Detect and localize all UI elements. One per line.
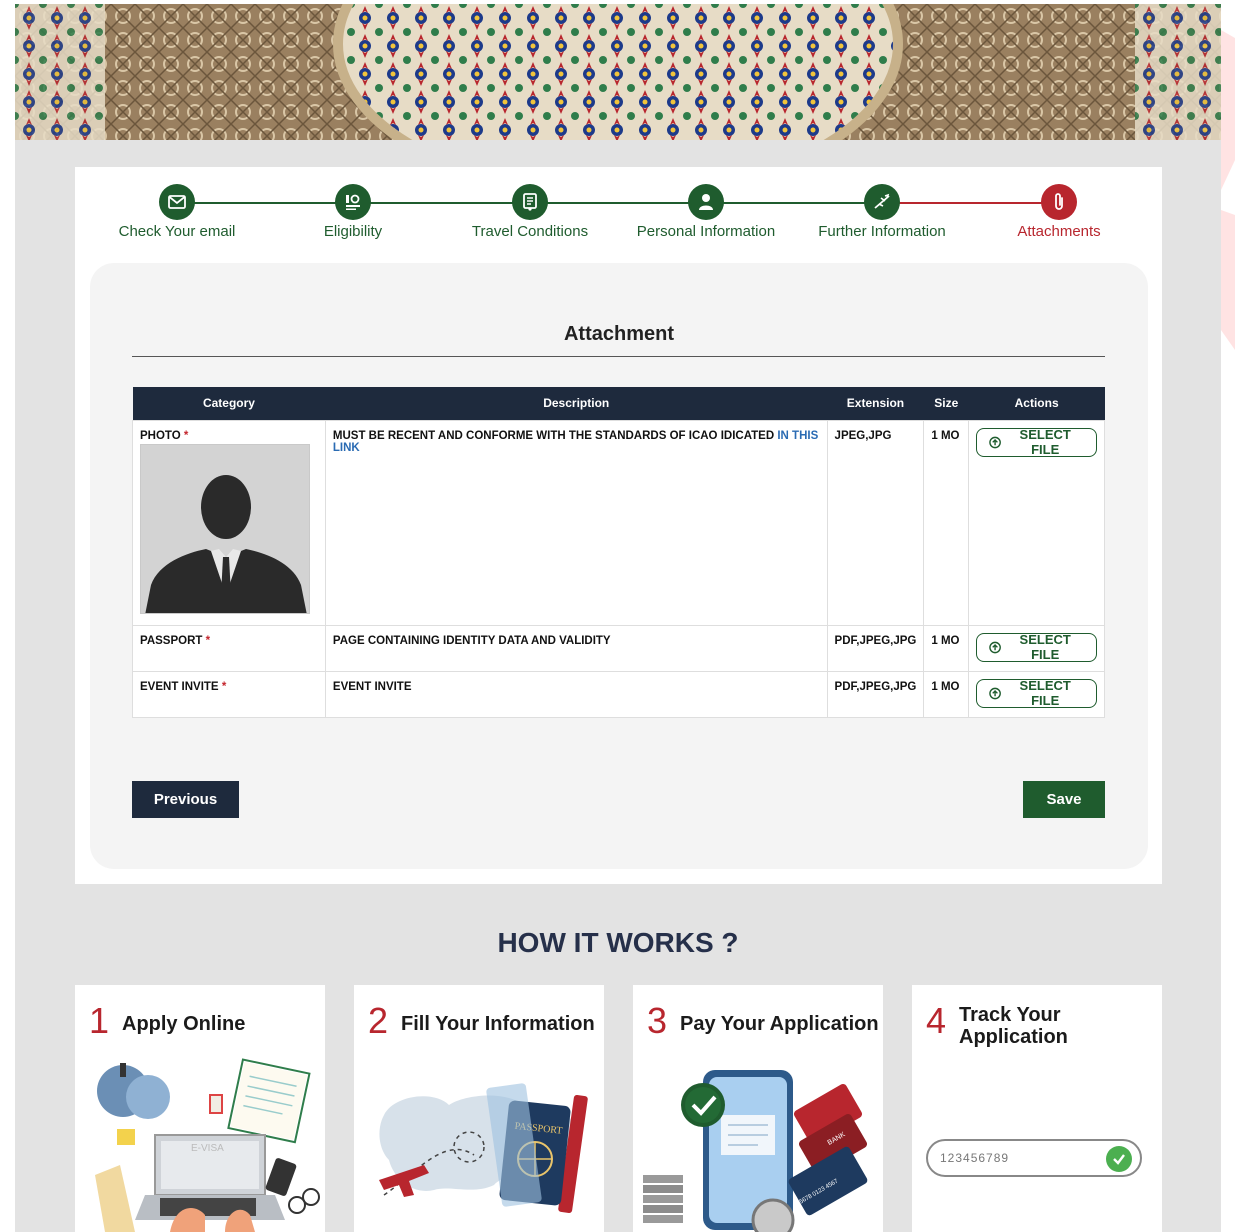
table-row: EVENT INVITE * EVENT INVITE PDF,JPEG,JPG… [132,670,1105,718]
how-card-apply-online: 1 Apply Online E-VISA [75,985,325,1232]
mosaic-banner-image [15,4,1221,140]
photo-placeholder [140,443,310,614]
attachment-panel: Attachment Category Description Extensio… [90,263,1148,869]
person-icon [688,184,724,220]
card-title: Track Your Application [959,1004,1068,1048]
step-label: Travel Conditions [471,223,589,240]
tracking-number-illustration: 123456789 [926,1139,1142,1177]
extension-cell: PDF,JPEG,JPG [826,670,925,718]
attachment-table: Category Description Extension Size Acti… [132,387,1105,718]
previous-button[interactable]: Previous [132,781,239,818]
category-cell: EVENT INVITE * [132,670,326,718]
size-cell: 1 MO [923,419,970,626]
step-travel-conditions[interactable]: Travel Conditions [450,184,610,240]
size-cell: 1 MO [923,624,970,672]
title-divider [132,356,1105,357]
e-visa-text: E-VISA [191,1143,224,1154]
category-label: PHOTO [140,429,181,442]
red-decoration [1221,30,1235,350]
card-title: Apply Online [122,1013,246,1035]
card-title: Fill Your Information [401,1013,595,1035]
how-it-works-title: HOW IT WORKS ? [497,927,739,958]
step-label: Further Information [818,223,946,240]
person-silhouette-icon [141,444,309,613]
upload-icon [989,687,1002,699]
check-icon [1106,1146,1132,1172]
laptop-desk-illustration: E-VISA [95,1058,320,1232]
how-card-pay-application: 3 Pay Your Application BANK 5678 0123 45… [633,985,883,1232]
header-banner [15,4,1221,140]
upload-icon [989,436,1002,448]
step-further-information[interactable]: Further Information [802,184,962,240]
card-title: Pay Your Application [680,1013,879,1035]
section-title: Attachment [563,323,674,345]
description-cell: PAGE CONTAINING IDENTITY DATA AND VALIDI… [324,624,828,672]
step-number: 4 [926,1000,947,1041]
eligibility-icon [335,184,371,220]
step-label: Attachments [1017,223,1101,240]
step-number: 2 [368,1000,389,1041]
upload-icon [989,641,1002,653]
step-check-email[interactable]: Check Your email [97,184,257,240]
size-cell: 1 MO [923,670,970,718]
required-mark: * [183,429,189,442]
category-cell: PHOTO * [132,419,326,626]
save-button[interactable]: Save [1023,781,1105,818]
extension-cell: PDF,JPEG,JPG [826,624,925,672]
category-label: PASSPORT [140,634,203,647]
step-personal-information[interactable]: Personal Information [626,184,786,240]
column-header: Category [132,387,326,420]
table-row: PHOTO * MUST BE RECENT AND CONFORME WITH… [132,419,1105,626]
select-file-label: SELECT FILE [1019,632,1071,662]
category-cell: PASSPORT * [132,624,326,672]
description-cell: MUST BE RECENT AND CONFORME WITH THE STA… [324,419,828,626]
column-header: Description [325,387,828,420]
column-header: Extension [827,387,924,420]
extension-cell: JPEG,JPG [826,419,925,626]
select-file-button-passport[interactable]: SELECT FILE [976,632,1097,662]
step-label: Check Your email [118,223,236,240]
application-card: Check Your email Eligibility Travel Cond… [75,167,1162,884]
required-mark: * [221,680,227,693]
step-attachments[interactable]: Attachments [979,184,1139,240]
description-text: MUST BE RECENT AND CONFORME WITH THE STA… [332,429,775,442]
tracking-number-text: 123456789 [940,1151,1010,1165]
plane-icon [864,184,900,220]
how-card-track-application: 4 Track Your Application 123456789 [912,985,1162,1232]
page: Check Your email Eligibility Travel Cond… [0,0,1235,1232]
column-header: Size [923,387,969,420]
passport-travel-illustration: PASSPORT [379,1083,588,1214]
step-eligibility[interactable]: Eligibility [273,184,433,240]
envelope-icon [159,184,195,220]
step-number: 1 [89,1000,110,1041]
required-mark: * [205,634,211,647]
actions-cell: SELECT FILE [968,670,1105,718]
actions-cell: SELECT FILE [968,419,1105,626]
how-card-fill-information: 2 Fill Your Information PASSPORT [354,985,604,1232]
select-file-button-event-invite[interactable]: SELECT FILE [976,678,1097,708]
actions-cell: SELECT FILE [968,624,1105,672]
select-file-label: SELECT FILE [1019,427,1071,457]
paperclip-icon [1041,184,1077,220]
select-file-button-photo[interactable]: SELECT FILE [976,427,1097,457]
step-label: Personal Information [636,223,776,240]
category-label: EVENT INVITE [140,680,219,693]
document-icon [512,184,548,220]
progress-stepper: Check Your email Eligibility Travel Cond… [75,167,1162,257]
payment-illustration: BANK 5678 0123 4567 [643,1070,868,1232]
description-cell: EVENT INVITE [324,670,828,718]
column-header: Actions [968,387,1105,420]
table-row: PASSPORT * PAGE CONTAINING IDENTITY DATA… [132,624,1105,672]
step-label: Eligibility [323,223,383,240]
table-header-row: Category Description Extension Size Acti… [132,387,1105,420]
select-file-label: SELECT FILE [1019,678,1071,708]
step-number: 3 [647,1000,668,1041]
